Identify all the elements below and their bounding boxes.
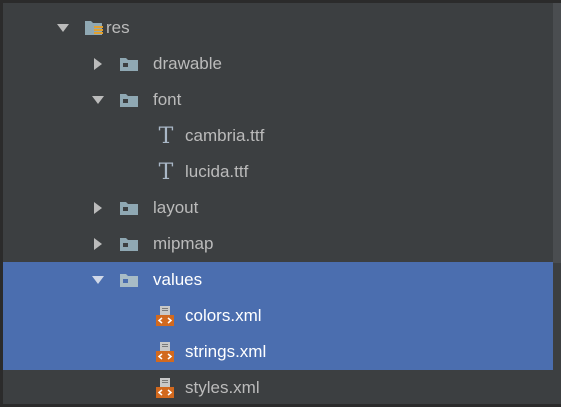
expand-arrow-right-icon[interactable] xyxy=(91,46,105,82)
tree-item-font[interactable]: font xyxy=(3,82,559,118)
tree-item-layout[interactable]: layout xyxy=(3,190,559,226)
tree-item-label: font xyxy=(153,90,182,109)
expand-arrow-down-icon[interactable] xyxy=(91,262,105,298)
project-tree: res drawable font T cambria.ttf T lucida… xyxy=(3,10,559,404)
expand-arrow-right-icon[interactable] xyxy=(91,190,105,226)
tree-item-label: values xyxy=(153,270,203,289)
tree-item-label: colors.xml xyxy=(185,306,262,325)
xml-file-icon xyxy=(155,334,175,370)
tree-item-label: cambria.ttf xyxy=(185,126,265,145)
xml-file-icon xyxy=(155,298,175,334)
tree-item-label: lucida.ttf xyxy=(185,162,249,181)
expand-arrow-down-icon[interactable] xyxy=(91,82,105,118)
tree-item-lucida-ttf[interactable]: T lucida.ttf xyxy=(3,154,559,190)
scrollbar-thumb[interactable] xyxy=(553,3,561,263)
folder-icon xyxy=(119,262,139,298)
font-file-icon: T xyxy=(158,123,174,149)
vertical-scrollbar[interactable] xyxy=(553,3,561,404)
tree-item-drawable[interactable]: drawable xyxy=(3,46,559,82)
tree-item-colors-xml[interactable]: colors.xml xyxy=(3,298,559,334)
tree-item-mipmap[interactable]: mipmap xyxy=(3,226,559,262)
tree-item-label: drawable xyxy=(153,54,222,73)
tree-item-values[interactable]: values xyxy=(3,262,559,298)
folder-icon xyxy=(119,46,139,82)
expand-arrow-down-icon[interactable] xyxy=(56,10,70,46)
tree-item-label: mipmap xyxy=(153,234,214,253)
tree-item-label: strings.xml xyxy=(185,342,267,361)
tree-item-label: styles.xml xyxy=(185,378,260,397)
folder-icon xyxy=(119,226,139,262)
font-file-icon: T xyxy=(158,159,174,185)
tree-item-res[interactable]: res xyxy=(3,10,559,46)
project-tree-panel: res drawable font T cambria.ttf T lucida… xyxy=(0,0,561,407)
tree-item-styles-xml[interactable]: styles.xml xyxy=(3,370,559,404)
resource-folder-icon xyxy=(84,10,104,46)
expand-arrow-right-icon[interactable] xyxy=(91,226,105,262)
folder-icon xyxy=(119,190,139,226)
folder-icon xyxy=(119,82,139,118)
tree-item-cambria-ttf[interactable]: T cambria.ttf xyxy=(3,118,559,154)
tree-item-strings-xml[interactable]: strings.xml xyxy=(3,334,559,370)
tree-item-label: res xyxy=(106,18,130,37)
xml-file-icon xyxy=(155,370,175,404)
tree-item-label: layout xyxy=(153,198,199,217)
